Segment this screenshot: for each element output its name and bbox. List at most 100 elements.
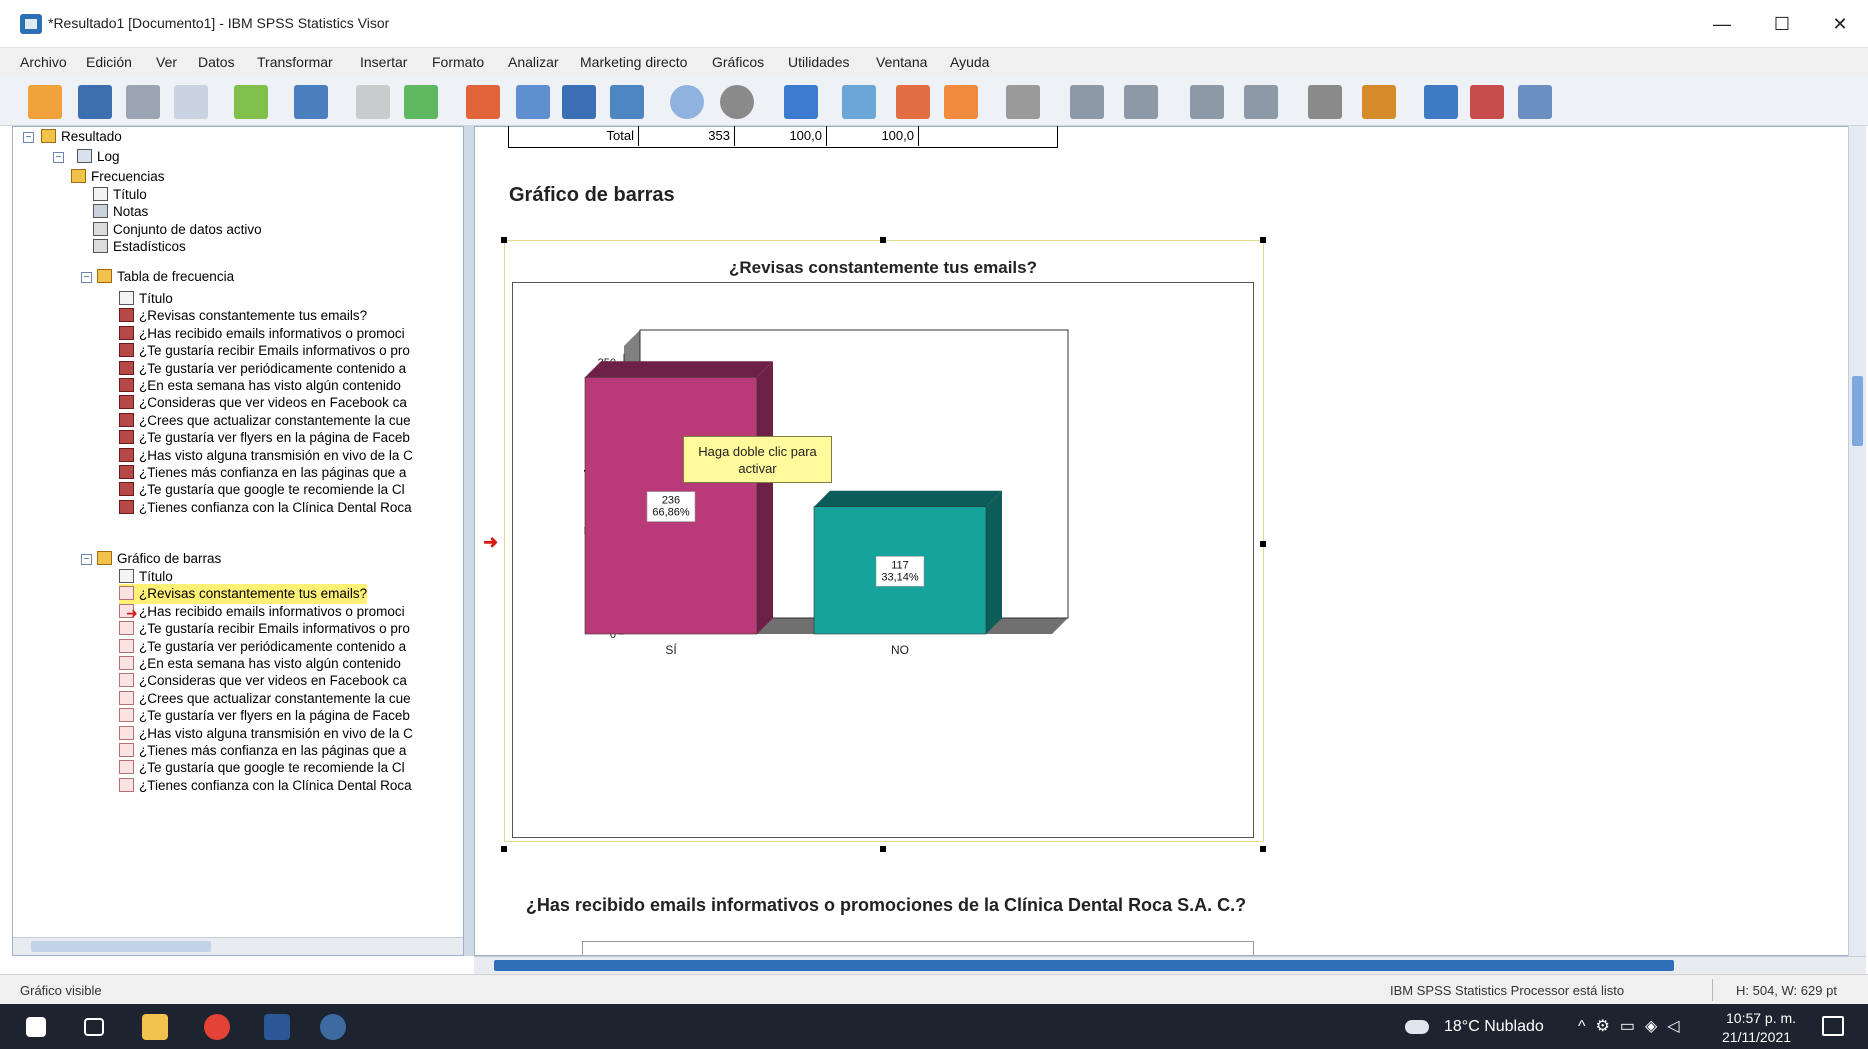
resize-handle[interactable] <box>1260 541 1266 547</box>
resize-handle[interactable] <box>501 846 507 852</box>
resize-handle[interactable] <box>880 846 886 852</box>
grafico-label: ¿Tienes confianza con la Clínica Dental … <box>139 777 412 793</box>
maximize-button[interactable]: ☐ <box>1760 8 1804 40</box>
spss-taskbar-icon[interactable] <box>320 1014 346 1040</box>
insert-text-icon[interactable] <box>1006 85 1040 119</box>
print-preview-icon[interactable] <box>174 85 208 119</box>
outline-frecuencias[interactable]: Frecuencias <box>71 167 165 187</box>
redo-icon[interactable] <box>404 85 438 119</box>
word-icon[interactable] <box>264 1014 290 1040</box>
menu-ver[interactable]: Ver <box>156 54 177 70</box>
goto-case-icon[interactable] <box>516 85 550 119</box>
minimize-button[interactable]: — <box>1700 8 1744 40</box>
status-bar: Gráfico visible IBM SPSS Statistics Proc… <box>0 974 1868 1004</box>
outline-log[interactable]: Log <box>77 147 120 167</box>
run-script-icon[interactable] <box>1518 85 1552 119</box>
system-tray-icons[interactable]: ^⚙▭◈◁ <box>1578 1016 1690 1036</box>
menu-utilidades[interactable]: Utilidades <box>788 54 849 70</box>
menu-edicion[interactable]: Edición <box>86 54 132 70</box>
export-icon[interactable] <box>234 85 268 119</box>
use-sets-icon[interactable] <box>610 85 644 119</box>
resize-handle[interactable] <box>501 237 507 243</box>
hide-icon[interactable] <box>1362 85 1396 119</box>
tabla-label: ¿Te gustaría ver flyers en la página de … <box>139 430 410 446</box>
output-item-icon <box>93 187 108 201</box>
outline-grafico-barras[interactable]: Gráfico de barras <box>97 549 221 569</box>
insert-heading-icon[interactable] <box>896 85 930 119</box>
insert-title-icon[interactable] <box>944 85 978 119</box>
menu-datos[interactable]: Datos <box>198 54 235 70</box>
goto-data-icon[interactable] <box>466 85 500 119</box>
grafico-label: ¿Tienes más confianza en las páginas que… <box>139 743 407 758</box>
select-last-output-icon[interactable] <box>1424 85 1458 119</box>
designate-window-icon[interactable] <box>784 85 818 119</box>
open-folder-icon[interactable] <box>28 85 62 119</box>
table-icon <box>119 378 134 392</box>
spelling-icon[interactable] <box>720 85 754 119</box>
show-icon[interactable] <box>1308 85 1342 119</box>
output-vertical-scrollbar[interactable] <box>1848 126 1866 956</box>
insert-output-icon[interactable] <box>842 85 876 119</box>
create-edit-autoscript-icon[interactable] <box>1470 85 1504 119</box>
menu-formato[interactable]: Formato <box>432 54 484 70</box>
total-frequency: 353 <box>639 126 735 146</box>
notifications-icon[interactable] <box>1822 1016 1844 1036</box>
bar-chart[interactable]: 050100150200250Frecuencia23666,86%SÍ1173… <box>512 282 1254 838</box>
expand-icon[interactable] <box>1190 85 1224 119</box>
outline-tabla-frecuencia[interactable]: Tabla de frecuencia <box>97 267 234 287</box>
table-icon <box>119 499 134 514</box>
menu-transformar[interactable]: Transformar <box>257 54 333 70</box>
freq-child-label: Título <box>113 187 147 202</box>
menu-ayuda[interactable]: Ayuda <box>950 54 989 70</box>
clock-time[interactable]: 10:57 p. m. <box>1726 1010 1796 1026</box>
collapse-icon[interactable] <box>1244 85 1278 119</box>
chrome-icon[interactable] <box>204 1014 230 1040</box>
resize-handle[interactable] <box>1260 237 1266 243</box>
data-label: 236 <box>662 495 680 507</box>
menu-marketing-directo[interactable]: Marketing directo <box>580 54 687 70</box>
clock-date[interactable]: 21/11/2021 <box>1722 1029 1791 1045</box>
grafico-label: ¿Te gustaría ver flyers en la página de … <box>139 708 410 724</box>
collapse-root-icon[interactable]: − <box>23 132 34 143</box>
pane-splitter[interactable] <box>464 126 474 956</box>
undo-icon[interactable] <box>356 85 390 119</box>
task-view-icon[interactable] <box>84 1018 104 1036</box>
menu-insertar[interactable]: Insertar <box>360 54 407 70</box>
bar-side <box>986 490 1002 634</box>
save-icon[interactable] <box>78 85 112 119</box>
grafico-item[interactable]: ¿Tienes confianza con la Clínica Dental … <box>119 776 412 796</box>
demote-icon[interactable] <box>1124 85 1158 119</box>
recall-dialog-icon[interactable] <box>294 85 328 119</box>
tabla-label: ¿Te gustaría que google te recomiende la… <box>139 482 405 498</box>
menu-graficos[interactable]: Gráficos <box>712 54 764 70</box>
title-doc-icon <box>119 291 134 305</box>
show-all-variables-icon[interactable] <box>670 85 704 119</box>
file-explorer-icon[interactable] <box>142 1014 168 1040</box>
outline-root[interactable]: Resultado <box>41 127 122 147</box>
collapse-tabla-icon[interactable]: − <box>81 272 92 283</box>
book-icon <box>97 269 112 283</box>
menu-archivo[interactable]: Archivo <box>20 54 67 70</box>
weather-status[interactable]: 18°C Nublado <box>1444 1018 1544 1036</box>
windows-start-icon[interactable] <box>26 1017 46 1037</box>
chart-icon <box>119 673 134 688</box>
outline-horizontal-scrollbar[interactable] <box>13 937 463 955</box>
output-horizontal-scrollbar[interactable] <box>474 956 1866 974</box>
resize-handle[interactable] <box>880 237 886 243</box>
menu-ventana[interactable]: Ventana <box>876 54 927 70</box>
print-icon[interactable] <box>126 85 160 119</box>
menu-bar: Archivo Edición Ver Datos Transformar In… <box>0 48 1868 76</box>
collapse-frecuencias-icon[interactable]: − <box>53 152 64 163</box>
next-table-frame <box>582 941 1254 955</box>
close-button[interactable]: ✕ <box>1818 8 1862 40</box>
variables-icon[interactable] <box>562 85 596 119</box>
resize-handle[interactable] <box>1260 846 1266 852</box>
promote-icon[interactable] <box>1070 85 1104 119</box>
freq-child-item[interactable]: Estadísticos <box>93 237 186 257</box>
chart-icon <box>119 743 134 757</box>
data-label: 33,14% <box>881 571 919 583</box>
menu-analizar[interactable]: Analizar <box>508 54 559 70</box>
chart-icon <box>119 586 134 601</box>
collapse-grafico-icon[interactable]: − <box>81 554 92 565</box>
tabla-item[interactable]: ¿Tienes confianza con la Clínica Dental … <box>119 498 412 518</box>
